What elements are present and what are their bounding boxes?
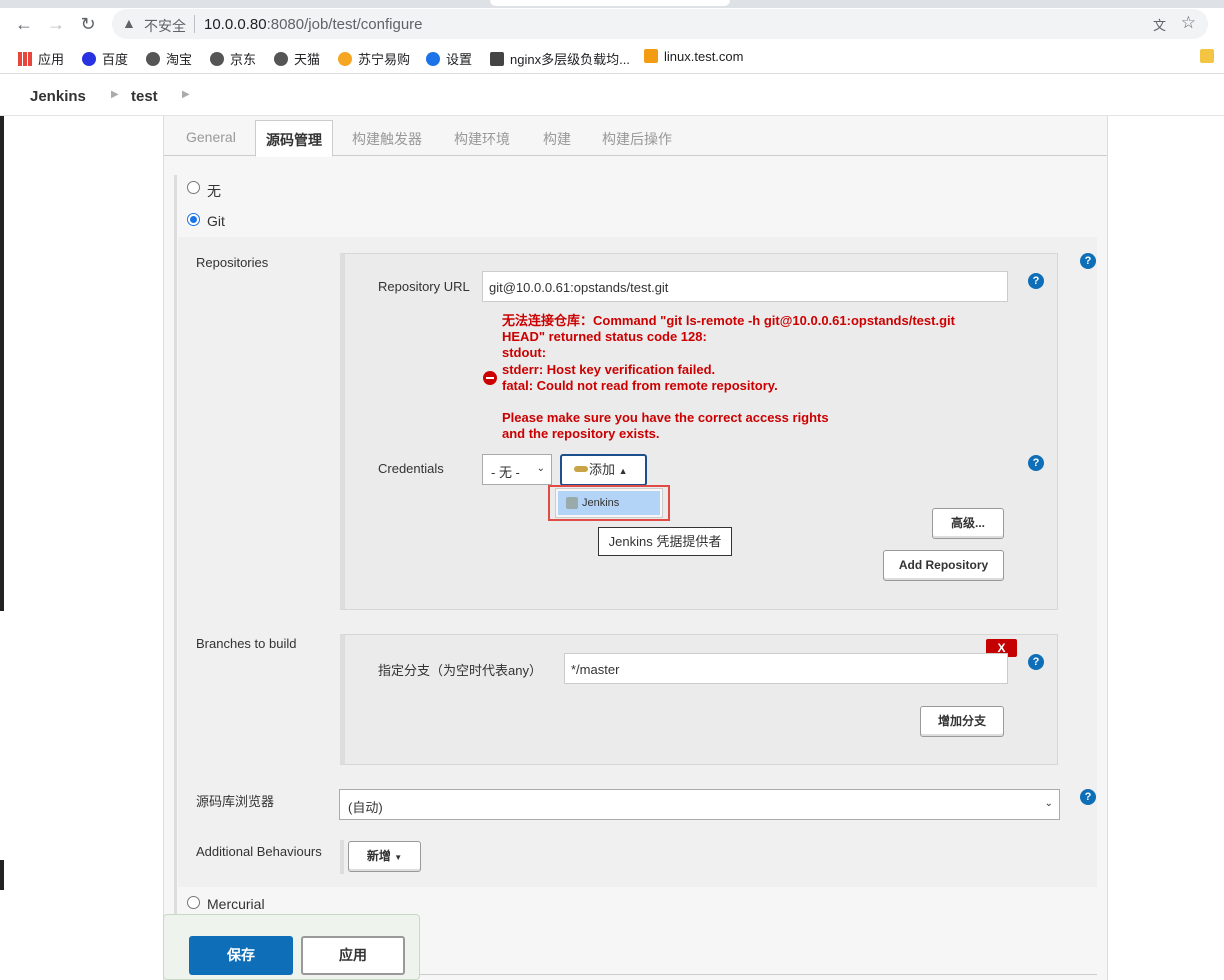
credentials-label: Credentials	[378, 461, 444, 476]
d-icon	[644, 49, 658, 63]
browser-toolbar: ← → ↻ ▲ 不安全 10.0.0.80:8080/job/test/conf…	[0, 8, 1224, 40]
tooltip: Jenkins 凭据提供者	[598, 527, 732, 556]
apply-button[interactable]: 应用	[301, 936, 405, 975]
caret-down-icon: ▼	[394, 853, 403, 862]
forward-icon[interactable]: →	[46, 14, 66, 34]
additional-behaviours-label: Additional Behaviours	[196, 844, 322, 859]
window-edge	[0, 860, 4, 890]
security-warning: 不安全	[144, 18, 186, 34]
branches-label: Branches to build	[196, 636, 297, 651]
bookmark-settings[interactable]: 设置	[426, 49, 472, 68]
bookmarks-bar: 应用 百度 淘宝 京东 天猫 苏宁易购 设置 nginx多层级负载均... li…	[0, 40, 1224, 74]
caret-up-icon: ▲	[618, 466, 628, 476]
globe-icon	[210, 52, 224, 66]
branch-spec-input[interactable]: */master	[564, 653, 1008, 684]
section-indent	[174, 175, 177, 915]
bookmark-star-icon[interactable]: ☆	[1181, 13, 1196, 33]
bookmark-baidu[interactable]: 百度	[82, 49, 128, 68]
chevron-right-icon[interactable]: ▶	[111, 89, 119, 100]
add-credentials-button[interactable]: 添加 ▲	[560, 454, 647, 486]
bookmark-jd[interactable]: 京东	[210, 49, 256, 68]
error-icon	[483, 371, 497, 385]
help-icon[interactable]: ?	[1028, 273, 1044, 289]
back-icon[interactable]: ←	[14, 14, 34, 34]
help-icon[interactable]: ?	[1028, 455, 1044, 471]
suning-icon	[338, 52, 352, 66]
credentials-dropdown: Jenkins	[555, 488, 663, 518]
browser-tabstrip	[0, 0, 1224, 8]
bookmark-linux-test[interactable]: linux.test.com	[644, 49, 743, 64]
apps-grid-icon	[18, 52, 32, 66]
reload-icon[interactable]: ↻	[78, 14, 98, 34]
dropdown-item-jenkins[interactable]: Jenkins	[558, 491, 660, 515]
jenkins-icon	[566, 497, 578, 509]
help-icon[interactable]: ?	[1080, 789, 1096, 805]
breadcrumb-job[interactable]: test	[131, 88, 158, 105]
globe-icon	[146, 52, 160, 66]
help-icon[interactable]: ?	[1080, 253, 1096, 269]
config-tabs: General 源码管理 构建触发器 构建环境 构建 构建后操作	[164, 116, 1107, 157]
scm-none-label: 无	[207, 183, 221, 199]
add-branch-button[interactable]: 增加分支	[920, 706, 1004, 737]
chevron-down-icon: ⌄	[1044, 798, 1053, 809]
scm-git-radio[interactable]	[187, 213, 200, 226]
tab-general[interactable]: General	[186, 129, 236, 145]
scm-none-radio[interactable]	[187, 181, 200, 194]
scm-mercurial-label: Mercurial	[207, 896, 265, 912]
address-bar[interactable]: ▲ 不安全 10.0.0.80:8080/job/test/configure …	[112, 9, 1208, 39]
bookmark-suning[interactable]: 苏宁易购	[338, 49, 410, 68]
tab-scm[interactable]: 源码管理	[255, 120, 333, 157]
scm-mercurial-radio[interactable]	[187, 896, 200, 909]
save-button[interactable]: 保存	[189, 936, 293, 975]
add-behaviour-button[interactable]: 新增 ▼	[348, 841, 421, 872]
baidu-paw-icon	[82, 52, 96, 66]
repo-url-label: Repository URL	[378, 279, 470, 294]
bookmark-folder-icon[interactable]	[1200, 49, 1220, 64]
scm-git-label: Git	[207, 213, 225, 229]
globe-icon	[274, 52, 288, 66]
bookmark-taobao[interactable]: 淘宝	[146, 49, 192, 68]
translate-icon[interactable]: 文	[1153, 15, 1166, 34]
chevron-right-icon[interactable]: ▶	[182, 89, 190, 100]
url-text: 10.0.0.80:8080/job/test/configure	[204, 16, 423, 33]
bookmark-apps[interactable]: 应用	[18, 49, 64, 68]
key-icon	[574, 466, 588, 472]
breadcrumb: Jenkins ▶ test ▶	[0, 74, 1224, 116]
breadcrumb-jenkins[interactable]: Jenkins	[30, 88, 86, 105]
repo-browser-select[interactable]: (自动) ⌄	[339, 789, 1060, 820]
bookmark-tmall[interactable]: 天猫	[274, 49, 320, 68]
tab-triggers[interactable]: 构建触发器	[352, 129, 422, 149]
warning-triangle-icon: ▲	[122, 15, 136, 31]
add-repository-button[interactable]: Add Repository	[883, 550, 1004, 581]
nginx-icon	[490, 52, 504, 66]
window-edge	[0, 116, 4, 611]
repositories-label: Repositories	[196, 255, 269, 270]
gear-icon	[426, 52, 440, 66]
repo-url-input[interactable]: git@10.0.0.61:opstands/test.git	[482, 271, 1008, 302]
bookmark-nginx[interactable]: nginx多层级负载均...	[490, 49, 630, 68]
help-icon[interactable]: ?	[1028, 654, 1044, 670]
repo-browser-label: 源码库浏览器	[196, 794, 275, 809]
advanced-button[interactable]: 高级...	[932, 508, 1004, 539]
credentials-select[interactable]: - 无 - ⌄	[482, 454, 552, 485]
chevron-down-icon: ⌄	[536, 463, 545, 474]
tab-build-env[interactable]: 构建环境	[454, 129, 510, 149]
tab-build[interactable]: 构建	[543, 129, 571, 149]
repo-error-message: 无法连接仓库：Command "git ls-remote -h git@10.…	[502, 313, 955, 442]
branch-spec-label: 指定分支（为空时代表any）	[378, 663, 542, 678]
tab-post-build[interactable]: 构建后操作	[602, 129, 672, 149]
